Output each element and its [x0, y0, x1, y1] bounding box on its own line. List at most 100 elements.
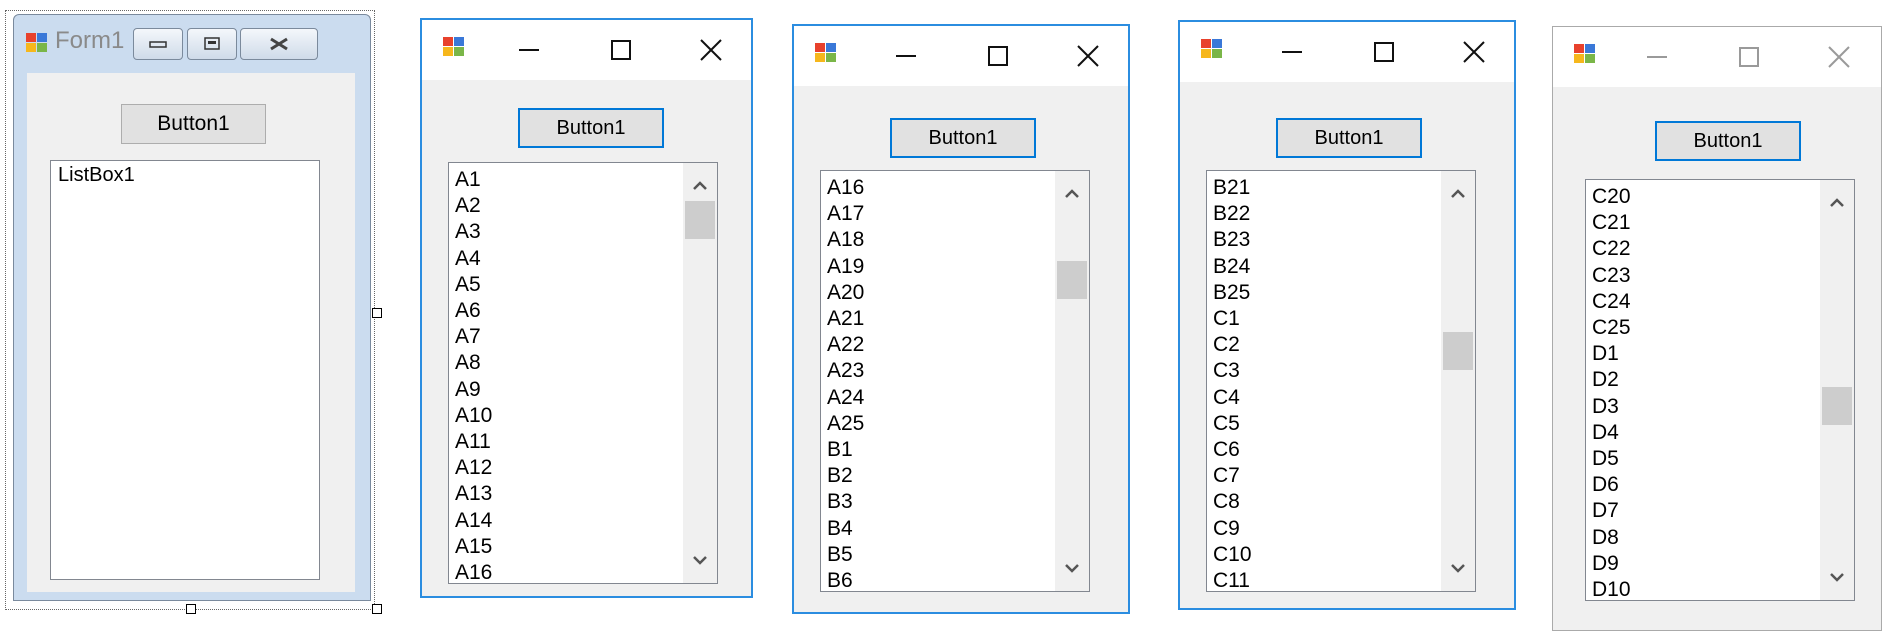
list-item[interactable]: B3 — [827, 489, 864, 515]
list-item[interactable]: A16 — [827, 175, 864, 201]
chevron-up-icon[interactable] — [1820, 188, 1854, 218]
button1[interactable]: Button1 — [121, 104, 266, 144]
list-item[interactable]: C10 — [1213, 542, 1252, 568]
scrollbar-thumb[interactable] — [1443, 332, 1473, 371]
chevron-up-icon[interactable] — [683, 171, 717, 201]
close-icon[interactable] — [1074, 42, 1102, 70]
list-item[interactable]: C23 — [1592, 263, 1631, 289]
button1[interactable]: Button1 — [1276, 118, 1422, 158]
listbox1[interactable]: B21 B22 B23 B24 B25 C1 C2 C3 C4 C5 C6 C7 C8 C9 C10 C11 — [1206, 170, 1476, 592]
vertical-scrollbar[interactable] — [1055, 171, 1089, 591]
list-item[interactable]: C6 — [1213, 437, 1252, 463]
maximize-icon[interactable] — [607, 36, 635, 64]
list-item[interactable]: C5 — [1213, 411, 1252, 437]
list-item[interactable]: D9 — [1592, 551, 1631, 577]
list-item[interactable]: C22 — [1592, 236, 1631, 262]
maximize-icon[interactable] — [984, 42, 1012, 70]
chevron-down-icon[interactable] — [683, 545, 717, 575]
list-item[interactable]: B23 — [1213, 227, 1252, 253]
list-item[interactable]: A7 — [455, 324, 492, 350]
list-item[interactable]: A2 — [455, 193, 492, 219]
list-item[interactable]: A24 — [827, 385, 864, 411]
chevron-down-icon[interactable] — [1055, 553, 1089, 583]
list-item[interactable]: B6 — [827, 568, 864, 591]
list-item[interactable]: A13 — [455, 481, 492, 507]
listbox1[interactable]: A1 A2 A3 A4 A5 A6 A7 A8 A9 A10 A11 A12 A13 A14 A15 A16 — [448, 162, 718, 584]
list-item[interactable]: D3 — [1592, 394, 1631, 420]
list-item[interactable]: D6 — [1592, 472, 1631, 498]
list-item[interactable]: B24 — [1213, 254, 1252, 280]
chevron-down-icon[interactable] — [1820, 562, 1854, 592]
close-icon[interactable] — [1460, 38, 1488, 66]
button1[interactable]: Button1 — [518, 108, 664, 148]
button1[interactable]: Button1 — [1655, 121, 1801, 161]
list-item[interactable]: C3 — [1213, 358, 1252, 384]
list-item[interactable]: B2 — [827, 463, 864, 489]
resize-handle-corner[interactable] — [372, 604, 382, 614]
list-item[interactable]: A17 — [827, 201, 864, 227]
listbox1[interactable]: C20 C21 C22 C23 C24 C25 D1 D2 D3 D4 D5 D6 D7 D8 D9 D10 — [1585, 179, 1855, 601]
list-item[interactable]: A11 — [455, 429, 492, 455]
resize-handle-bottom[interactable] — [186, 604, 196, 614]
list-item[interactable]: D1 — [1592, 341, 1631, 367]
minimize-icon[interactable] — [515, 36, 543, 64]
maximize-icon[interactable] — [1735, 43, 1763, 71]
close-icon[interactable] — [697, 36, 725, 64]
list-item[interactable]: A14 — [455, 508, 492, 534]
list-item[interactable]: A20 — [827, 280, 864, 306]
list-item[interactable]: C1 — [1213, 306, 1252, 332]
minimize-icon[interactable] — [1278, 38, 1306, 66]
list-item[interactable]: A5 — [455, 272, 492, 298]
list-item[interactable]: A8 — [455, 350, 492, 376]
list-item[interactable]: A25 — [827, 411, 864, 437]
maximize-icon[interactable] — [1370, 38, 1398, 66]
list-item[interactable]: A4 — [455, 246, 492, 272]
resize-handle-right[interactable] — [372, 308, 382, 318]
list-item[interactable]: B4 — [827, 516, 864, 542]
list-item[interactable]: C21 — [1592, 210, 1631, 236]
list-item[interactable]: A3 — [455, 219, 492, 245]
list-item[interactable]: C24 — [1592, 289, 1631, 315]
vertical-scrollbar[interactable] — [683, 163, 717, 583]
vertical-scrollbar[interactable] — [1441, 171, 1475, 591]
list-item[interactable]: B1 — [827, 437, 864, 463]
scrollbar-thumb[interactable] — [1822, 387, 1852, 426]
list-item[interactable]: D2 — [1592, 367, 1631, 393]
scrollbar-thumb[interactable] — [685, 201, 715, 239]
list-item[interactable]: A18 — [827, 227, 864, 253]
list-item[interactable]: B5 — [827, 542, 864, 568]
list-item[interactable]: C8 — [1213, 489, 1252, 515]
list-item[interactable]: A21 — [827, 306, 864, 332]
list-item[interactable]: B22 — [1213, 201, 1252, 227]
list-item[interactable]: D8 — [1592, 525, 1631, 551]
list-item[interactable]: A9 — [455, 377, 492, 403]
vertical-scrollbar[interactable] — [1820, 180, 1854, 600]
list-item[interactable]: A19 — [827, 254, 864, 280]
list-item[interactable]: D10 — [1592, 577, 1631, 600]
chevron-up-icon[interactable] — [1441, 179, 1475, 209]
list-item[interactable]: D5 — [1592, 446, 1631, 472]
close-icon[interactable] — [1825, 43, 1853, 71]
minimize-icon[interactable] — [1643, 43, 1671, 71]
list-item[interactable]: A16 — [455, 560, 492, 583]
listbox1[interactable]: A16 A17 A18 A19 A20 A21 A22 A23 A24 A25 B1 B2 B3 B4 B5… — [820, 170, 1090, 592]
list-item[interactable]: C20 — [1592, 184, 1631, 210]
list-item[interactable]: B21 — [1213, 175, 1252, 201]
chevron-up-icon[interactable] — [1055, 179, 1089, 209]
list-item[interactable]: A10 — [455, 403, 492, 429]
list-item[interactable]: C4 — [1213, 385, 1252, 411]
list-item[interactable]: D7 — [1592, 498, 1631, 524]
list-item[interactable]: C7 — [1213, 463, 1252, 489]
list-item[interactable]: A15 — [455, 534, 492, 560]
list-item[interactable]: C25 — [1592, 315, 1631, 341]
chevron-down-icon[interactable] — [1441, 553, 1475, 583]
list-item[interactable]: A22 — [827, 332, 864, 358]
list-item[interactable]: D4 — [1592, 420, 1631, 446]
list-item[interactable]: B25 — [1213, 280, 1252, 306]
list-item[interactable]: A23 — [827, 358, 864, 384]
minimize-icon[interactable] — [892, 42, 920, 70]
list-item[interactable]: C2 — [1213, 332, 1252, 358]
list-item[interactable]: A1 — [455, 167, 492, 193]
button1[interactable]: Button1 — [890, 118, 1036, 158]
list-item[interactable]: A6 — [455, 298, 492, 324]
